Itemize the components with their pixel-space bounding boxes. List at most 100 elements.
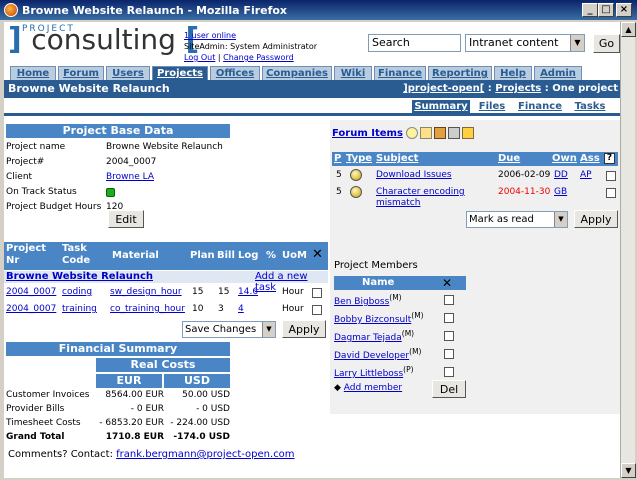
minimize-button[interactable]: _ xyxy=(582,3,598,17)
forum-apply-button[interactable]: Apply xyxy=(574,210,618,228)
task-checkbox[interactable] xyxy=(312,305,322,315)
client-link[interactable]: Browne LA xyxy=(106,170,154,185)
nav-help[interactable]: Help xyxy=(494,66,532,80)
nav-reporting[interactable]: Reporting xyxy=(428,66,492,80)
forum-heading: Forum Items xyxy=(332,127,474,139)
page-content: PROJECT ] consulting [ 1 user online Sit… xyxy=(4,22,620,478)
member-checkbox[interactable] xyxy=(444,349,454,359)
project-number-value: 2004_0007 xyxy=(106,157,157,167)
breadcrumb: ]project-open[ : Projects : One project xyxy=(403,83,618,94)
nav-wiki[interactable]: Wiki xyxy=(334,66,372,80)
bullet-icon: ◆ xyxy=(334,383,341,393)
current-user: SiteAdmin: System Administrator xyxy=(184,42,318,51)
project-name-value: Browne Website Relaunch xyxy=(106,142,223,152)
delete-x-icon: ✕ xyxy=(312,247,323,262)
financial-table: Customer Invoices 8564.00 EUR 50.00 USD Pr… xyxy=(6,390,230,442)
table-row: 5 Character encoding mismatch 2004-11-30… xyxy=(332,185,618,211)
window-title: Browne Website Relaunch - Mozilla Firefo… xyxy=(22,3,288,17)
window-titlebar: Browne Website Relaunch - Mozilla Firefo… xyxy=(0,0,637,20)
col-log: Log xyxy=(238,250,259,261)
tab-tasks[interactable]: Tasks xyxy=(570,100,610,114)
chevron-down-icon: ▼ xyxy=(554,212,567,227)
scroll-down-button[interactable]: ▼ xyxy=(621,463,636,478)
footer-contact: Comments? Contact: frank.bergmann@projec… xyxy=(8,449,295,460)
forum-table-header: P Type Subject Due Own Ass ? xyxy=(332,152,618,166)
table-row: 5 Download Issues 2006-02-09 DD AP xyxy=(332,168,618,184)
users-online-link[interactable]: 1 user online xyxy=(184,31,236,40)
nav-finance[interactable]: Finance xyxy=(374,66,426,80)
breadcrumb-projects[interactable]: Projects xyxy=(495,83,541,94)
col-project-nr: Project Nr xyxy=(6,243,47,266)
nav-projects[interactable]: Projects xyxy=(152,66,208,80)
project-group-link[interactable]: Browne Website Relaunch xyxy=(6,271,153,282)
page-title-bar: Browne Website Relaunch ]project-open[ :… xyxy=(4,80,620,98)
members-list: Ben Bigboss(M) Bobby Bizconsult(M) Dagma… xyxy=(334,293,470,383)
search-input[interactable]: Search xyxy=(368,34,461,52)
maximize-button[interactable]: □ xyxy=(598,3,614,17)
nav-admin[interactable]: Admin xyxy=(534,66,582,80)
scroll-up-button[interactable]: ▲ xyxy=(621,22,636,37)
list-item: Ben Bigboss(M) xyxy=(334,293,470,311)
col-uom: UoM xyxy=(282,250,307,261)
folder-icon[interactable] xyxy=(433,127,446,139)
nav-users[interactable]: Users xyxy=(106,66,150,80)
tab-summary[interactable]: Summary xyxy=(412,100,470,114)
col-pct: % xyxy=(266,250,277,261)
member-checkbox[interactable] xyxy=(444,331,454,341)
tab-finance[interactable]: Finance xyxy=(516,100,564,114)
col-task-code: Task Code xyxy=(62,243,91,266)
tasks-apply-button[interactable]: Apply xyxy=(282,320,326,338)
eur-column: EUR xyxy=(96,374,162,388)
base-data-header: Project Base Data xyxy=(6,124,230,138)
list-item: Dagmar Tejada(M) xyxy=(334,329,470,347)
member-checkbox[interactable] xyxy=(444,367,454,377)
add-member-link[interactable]: Add member xyxy=(344,383,402,393)
list-item: Bobby Bizconsult(M) xyxy=(334,311,470,329)
breadcrumb-home[interactable]: ]project-open[ xyxy=(403,83,484,94)
members-heading: Project Members xyxy=(334,260,418,271)
forum-action-select[interactable]: Mark as read ▼ xyxy=(466,211,568,228)
search-scope-select[interactable]: Intranet content ▼ xyxy=(465,34,585,52)
real-costs-header: Real Costs xyxy=(96,358,230,372)
forum-checkbox[interactable] xyxy=(606,188,616,198)
delete-x-icon: ✕ xyxy=(442,276,453,290)
list-item: David Developer(M) xyxy=(334,347,470,365)
close-window-button[interactable]: × xyxy=(616,3,632,17)
col-bill: Bill xyxy=(217,250,235,261)
pencil-icon[interactable] xyxy=(461,127,474,139)
financial-summary-header: Financial Summary xyxy=(6,342,230,356)
forum-items-link[interactable]: Forum Items xyxy=(332,128,403,139)
task-action-select[interactable]: Save Changes ▼ xyxy=(182,321,276,338)
contact-email-link[interactable]: frank.bergmann@project-open.com xyxy=(116,449,294,460)
members-table-header: Name ✕ xyxy=(334,276,466,290)
tasks-table-header: Project Nr Task Code Material Plan Bill … xyxy=(4,242,328,270)
nav-home[interactable]: Home xyxy=(10,66,56,80)
member-checkbox[interactable] xyxy=(444,295,454,305)
forum-checkbox[interactable] xyxy=(606,171,616,181)
chevron-down-icon: ▼ xyxy=(570,35,584,51)
col-material: Material xyxy=(112,250,159,261)
tab-files[interactable]: Files xyxy=(474,100,510,114)
nav-offices[interactable]: Offices xyxy=(210,66,260,80)
task-checkbox[interactable] xyxy=(312,288,322,298)
base-data-table: Project name Browne Website Relaunch Proj… xyxy=(6,140,246,215)
discussion-icon xyxy=(350,186,362,198)
document-icon[interactable] xyxy=(447,127,460,139)
member-checkbox[interactable] xyxy=(444,313,454,323)
add-member-row: ◆ Add member xyxy=(334,383,402,393)
lightbulb-icon[interactable] xyxy=(405,127,418,139)
edit-button[interactable]: Edit xyxy=(108,210,144,228)
note-icon[interactable] xyxy=(419,127,432,139)
table-row: 2004_0007 training co_training_hour 10 3… xyxy=(4,302,328,318)
nav-companies[interactable]: Companies xyxy=(262,66,332,80)
nav-forum[interactable]: Forum xyxy=(58,66,104,80)
go-button[interactable]: Go xyxy=(593,34,620,53)
status-green-icon xyxy=(106,188,115,197)
help-icon[interactable]: ? xyxy=(604,153,615,164)
change-password-link[interactable]: Change Password xyxy=(223,53,294,62)
vertical-scrollbar[interactable]: ▲ ▼ xyxy=(620,22,636,478)
table-row: 2004_0007 coding sw_design_hour 15 15 14… xyxy=(4,285,328,301)
logout-link[interactable]: Log Out xyxy=(184,53,215,62)
delete-member-button[interactable]: Del xyxy=(432,380,466,398)
chevron-down-icon: ▼ xyxy=(262,322,275,337)
